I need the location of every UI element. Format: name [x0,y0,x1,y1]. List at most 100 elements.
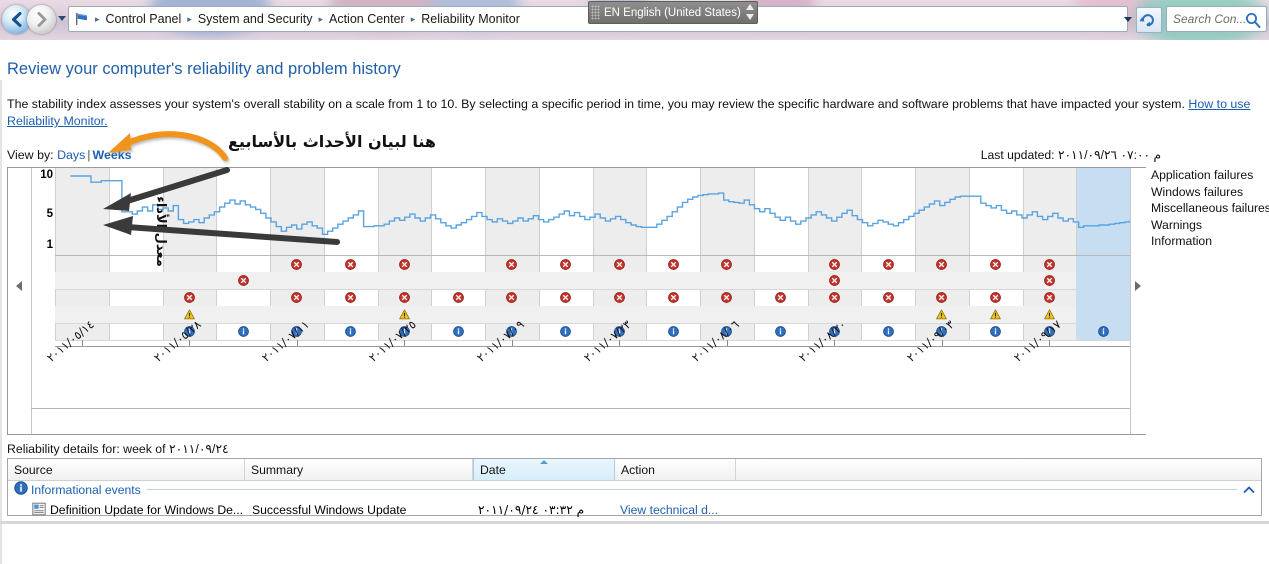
legend-item-information: Information [1151,234,1212,249]
event-cell-error-icon[interactable] [270,256,324,273]
search-icon[interactable] [1244,11,1262,32]
event-cell-error-icon[interactable] [1023,272,1077,289]
chart-scroll-left-button[interactable] [8,168,32,434]
column-header-summary[interactable]: Summary [245,459,473,480]
event-cell-error-icon[interactable] [324,256,378,273]
page-content: Review your computer's reliability and p… [0,40,1269,564]
event-cell-error-icon[interactable] [539,256,593,273]
event-cell-empty[interactable] [1076,306,1130,323]
event-cell-empty[interactable] [55,289,109,306]
event-cell-empty[interactable] [539,272,593,289]
search-box[interactable]: Search Con... [1166,6,1267,32]
event-cell-error-icon[interactable] [915,256,969,273]
event-cell-empty[interactable] [861,306,915,323]
collapse-group-button[interactable] [1241,482,1257,498]
event-cell-information-icon[interactable] [646,323,700,340]
event-cell-empty[interactable] [485,272,539,289]
column-header-source[interactable]: Source [8,459,245,480]
chart-scroll-right-button[interactable] [1130,168,1146,434]
event-cell-error-icon[interactable] [808,272,862,289]
event-cell-empty[interactable] [1076,256,1130,273]
event-cell-empty[interactable] [646,272,700,289]
event-cell-empty[interactable] [754,256,808,273]
event-cell-empty[interactable] [431,306,485,323]
event-cell-error-icon[interactable] [861,256,915,273]
event-cell-empty[interactable] [431,272,485,289]
event-cell-empty[interactable] [754,306,808,323]
address-dropdown-button[interactable] [1124,17,1132,22]
event-cell-information-icon[interactable] [969,323,1023,340]
event-cell-empty[interactable] [55,256,109,273]
event-cell-empty[interactable] [700,272,754,289]
event-cell-error-icon[interactable] [700,289,754,306]
event-cell-error-icon[interactable] [593,256,647,273]
details-cell-action-link[interactable]: View technical d... [620,503,718,517]
event-cell-error-icon[interactable] [754,289,808,306]
event-cell-error-icon[interactable] [539,289,593,306]
recent-pages-dropdown[interactable] [58,16,66,21]
event-cell-error-icon[interactable] [915,289,969,306]
event-cell-error-icon[interactable] [324,289,378,306]
event-cell-empty[interactable] [378,272,432,289]
event-cell-error-icon[interactable] [646,256,700,273]
event-cell-error-icon[interactable] [1023,256,1077,273]
spinner-arrows-icon[interactable] [746,4,754,20]
event-cell-error-icon[interactable] [593,289,647,306]
event-cell-error-icon[interactable] [1023,289,1077,306]
event-cell-error-icon[interactable] [431,289,485,306]
column-header-action[interactable]: Action [615,459,736,480]
view-by-days-link[interactable]: Days [57,148,85,162]
event-cell-empty[interactable] [270,272,324,289]
chart-plot-area[interactable]: ٢٠١١/٠٥/١٤ ٢٠١١/٠٥/٢٨ ٢٠١١/٠٧/١١ ٢٠١١/٠٧/٢٥… [44,168,1130,434]
event-cell-error-icon[interactable] [646,289,700,306]
breadcrumb-action-center[interactable]: Action Center [326,12,408,26]
event-cell-error-icon[interactable] [700,256,754,273]
event-cell-information-icon[interactable] [539,323,593,340]
event-cell-error-icon[interactable] [808,289,862,306]
breadcrumb-system-and-security[interactable]: System and Security [195,12,316,26]
event-cell-information-icon[interactable] [861,323,915,340]
event-cell-error-icon[interactable] [216,272,270,289]
event-cell-empty[interactable] [324,306,378,323]
event-cell-empty[interactable] [55,272,109,289]
event-cell-error-icon[interactable] [969,256,1023,273]
refresh-button[interactable] [1136,7,1162,33]
event-cell-information-icon[interactable] [324,323,378,340]
details-group-row[interactable]: Informational events [8,480,1261,499]
event-cell-error-icon[interactable] [485,289,539,306]
event-cell-error-icon[interactable] [808,256,862,273]
event-cell-error-icon[interactable] [969,289,1023,306]
event-cell-empty[interactable] [1076,272,1130,289]
breadcrumb-reliability-monitor[interactable]: Reliability Monitor [418,12,523,26]
event-cell-empty[interactable] [969,272,1023,289]
event-cell-empty[interactable] [216,306,270,323]
event-cell-empty[interactable] [324,272,378,289]
table-row[interactable]: Definition Update for Windows De... Succ… [8,500,1261,520]
event-cell-error-icon[interactable] [270,289,324,306]
language-bar[interactable]: EN English (United States) [588,1,758,24]
event-cell-empty[interactable] [915,272,969,289]
event-cell-empty[interactable] [646,306,700,323]
event-cell-information-icon[interactable] [754,323,808,340]
event-cell-empty[interactable] [593,272,647,289]
event-cell-error-icon[interactable] [378,256,432,273]
event-cell-information-icon[interactable] [216,323,270,340]
event-cell-error-icon[interactable] [485,256,539,273]
event-cell-empty[interactable] [539,306,593,323]
forward-button[interactable] [27,5,56,34]
event-cell-information-icon[interactable] [431,323,485,340]
chart-vertical-arabic-note-text: معدل الأداء [152,196,168,267]
event-cell-empty[interactable] [431,256,485,273]
event-cell-empty[interactable] [216,256,270,273]
drag-grip-icon[interactable] [591,5,600,20]
event-cell-empty[interactable] [1076,289,1130,306]
event-cell-error-icon[interactable] [378,289,432,306]
column-header-date[interactable]: Date [473,459,615,480]
event-cell-empty[interactable] [861,272,915,289]
event-cell-information-icon[interactable] [1076,323,1130,340]
event-cell-error-icon[interactable] [861,289,915,306]
event-cell-empty[interactable] [754,272,808,289]
event-cell-warning-icon[interactable] [969,306,1023,323]
event-cell-empty[interactable] [216,289,270,306]
breadcrumb-control-panel[interactable]: Control Panel [103,12,185,26]
